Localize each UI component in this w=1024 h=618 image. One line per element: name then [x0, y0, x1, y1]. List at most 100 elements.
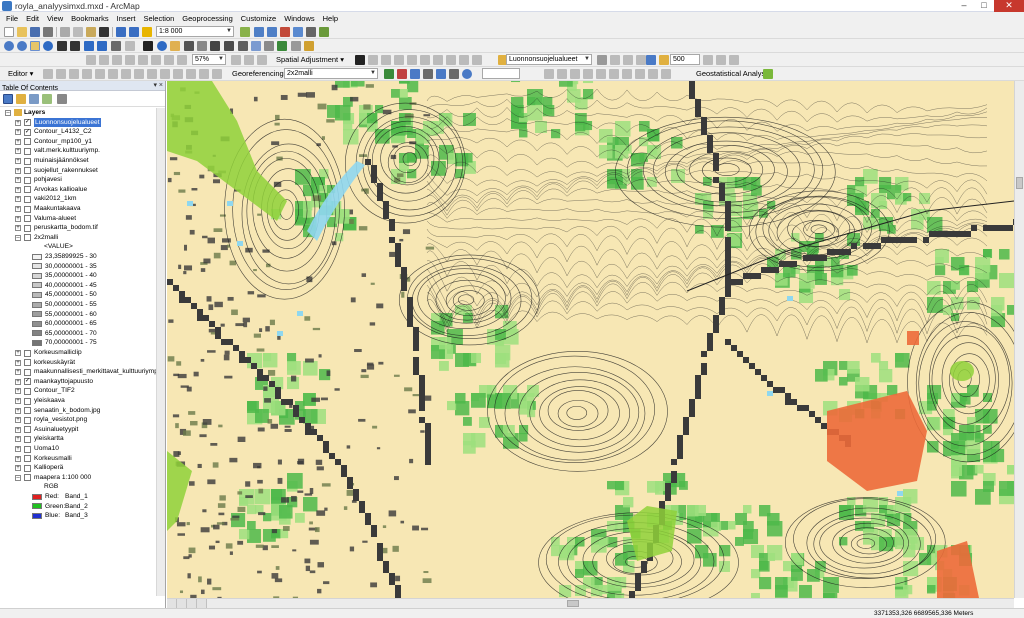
- end-point-arc-icon[interactable]: [82, 69, 92, 79]
- delete-link-icon[interactable]: [635, 69, 645, 79]
- rotate-raster-icon[interactable]: [384, 69, 394, 79]
- georef-layer-combo[interactable]: 2x2malli ▼: [284, 68, 378, 79]
- time-slider-icon[interactable]: [251, 41, 261, 51]
- edit-tool-icon[interactable]: [43, 69, 53, 79]
- auto-adjust-icon[interactable]: [449, 69, 459, 79]
- options-georef-icon[interactable]: [661, 69, 671, 79]
- menu-geoprocessing[interactable]: Geoprocessing: [178, 12, 236, 25]
- expand-icon[interactable]: +: [15, 148, 21, 155]
- clear-selection-icon[interactable]: [125, 41, 135, 51]
- horizontal-scroll-thumb[interactable]: [567, 600, 579, 607]
- georeferencing-menu[interactable]: Georeferencing ▾: [232, 68, 290, 80]
- layout-zoom-icon[interactable]: [177, 55, 187, 65]
- layout-zoom-out-icon[interactable]: [99, 55, 109, 65]
- layer-item[interactable]: + maakunnallisesti_merkittavat_kulttuuriy…: [0, 367, 164, 377]
- modify-link-icon[interactable]: [381, 55, 391, 65]
- expand-icon[interactable]: +: [15, 196, 21, 203]
- new-displacement-link-icon[interactable]: [368, 55, 378, 65]
- fit-to-display-icon[interactable]: [648, 69, 658, 79]
- add-control-points-icon[interactable]: [397, 69, 407, 79]
- expand-icon[interactable]: +: [15, 436, 21, 443]
- measure-icon[interactable]: [210, 41, 220, 51]
- list-by-visibility-icon[interactable]: [29, 94, 39, 104]
- measure-georef-icon[interactable]: [609, 69, 619, 79]
- zoom-whole-page-icon[interactable]: [125, 55, 135, 65]
- new-identity-link-icon[interactable]: [407, 55, 417, 65]
- swipe-layer-icon[interactable]: [610, 55, 620, 65]
- scale-raster-icon[interactable]: [423, 69, 433, 79]
- menu-view[interactable]: View: [43, 12, 67, 25]
- visibility-checkbox[interactable]: ✓: [24, 128, 31, 136]
- visibility-checkbox[interactable]: [24, 407, 31, 415]
- add-data-icon[interactable]: [142, 27, 152, 37]
- expand-icon[interactable]: +: [15, 350, 21, 356]
- sketch-properties-icon[interactable]: [199, 69, 209, 79]
- brightness-icon[interactable]: [716, 55, 726, 65]
- visibility-checkbox[interactable]: [24, 195, 31, 203]
- expand-icon[interactable]: +: [15, 186, 21, 193]
- layer-item[interactable]: + Asuinaluetyypit: [0, 425, 162, 435]
- flicker-georef-icon[interactable]: [583, 69, 593, 79]
- copy-icon[interactable]: [73, 27, 83, 37]
- toc-scrollbar[interactable]: [156, 108, 165, 596]
- time-icon[interactable]: [646, 55, 656, 65]
- layer-item[interactable]: + valt.merk.kulttuuriymp.: [0, 146, 162, 156]
- visibility-checkbox[interactable]: [24, 176, 31, 184]
- multiple-displacement-icon[interactable]: [394, 55, 404, 65]
- expand-icon[interactable]: +: [15, 206, 21, 212]
- refresh-icon[interactable]: [462, 69, 472, 79]
- menu-windows[interactable]: Windows: [280, 12, 318, 25]
- close-button[interactable]: ✕: [994, 0, 1024, 12]
- swipe-icon[interactable]: [291, 41, 301, 51]
- zoom-100-icon[interactable]: [138, 55, 148, 65]
- layer-item[interactable]: + Kallioperä: [0, 463, 162, 473]
- hyperlink-icon[interactable]: [224, 41, 234, 51]
- find-icon[interactable]: [184, 41, 194, 51]
- go-to-xy-icon[interactable]: [238, 41, 248, 51]
- layout-pan-icon[interactable]: [112, 55, 122, 65]
- gamma-icon[interactable]: [729, 55, 739, 65]
- expand-icon[interactable]: +: [15, 215, 21, 222]
- layer-item[interactable]: + vaki2012_1km: [0, 194, 162, 204]
- editor-menu[interactable]: Editor ▾: [8, 68, 33, 80]
- layout-back-icon[interactable]: [151, 55, 161, 65]
- save-icon[interactable]: [30, 27, 40, 37]
- map-scale-combo[interactable]: 1:8 000 ▼: [156, 26, 234, 37]
- map-canvas[interactable]: [167, 81, 1014, 598]
- layer-transparency-icon[interactable]: [597, 55, 607, 65]
- transparency-georef-icon[interactable]: [570, 69, 580, 79]
- expand-icon[interactable]: +: [15, 426, 21, 433]
- python-window-icon[interactable]: [306, 27, 316, 37]
- select-elements-adjust-icon[interactable]: [355, 55, 365, 65]
- fixed-zoom-out-icon[interactable]: [70, 41, 80, 51]
- visibility-checkbox[interactable]: ✓: [24, 378, 31, 386]
- list-by-source-icon[interactable]: [16, 94, 26, 104]
- menu-bookmarks[interactable]: Bookmarks: [67, 12, 113, 25]
- view-link-table-icon[interactable]: [446, 55, 456, 65]
- expand-icon[interactable]: +: [15, 167, 21, 174]
- visibility-checkbox[interactable]: [24, 138, 31, 146]
- layer-item[interactable]: + ✓ maankayttojapuusto: [0, 377, 162, 387]
- expand-icon[interactable]: +: [15, 177, 21, 184]
- search-window-icon[interactable]: [280, 27, 290, 37]
- visibility-checkbox[interactable]: [24, 167, 31, 175]
- toc-options-icon[interactable]: [57, 94, 67, 104]
- geostatistical-analyst-menu[interactable]: Geostatistical Analyst ▾: [696, 68, 773, 80]
- attributes-icon[interactable]: [186, 69, 196, 79]
- visibility-checkbox[interactable]: [24, 157, 31, 165]
- flicker-layer-icon[interactable]: [623, 55, 633, 65]
- refresh-view-button[interactable]: [187, 599, 197, 608]
- visibility-checkbox[interactable]: [24, 224, 31, 232]
- layer-item[interactable]: + Korkeusmalli: [0, 454, 162, 464]
- cut-polygons-icon[interactable]: [147, 69, 157, 79]
- list-by-drawing-order-icon[interactable]: [3, 94, 13, 104]
- expand-icon[interactable]: +: [15, 225, 21, 232]
- visibility-checkbox[interactable]: [24, 387, 31, 395]
- menu-selection[interactable]: Selection: [139, 12, 178, 25]
- swipe-georef-icon[interactable]: [596, 69, 606, 79]
- animation-icon[interactable]: [636, 55, 646, 65]
- pause-drawing-button[interactable]: [197, 599, 207, 608]
- expand-icon[interactable]: +: [15, 369, 21, 376]
- collapse-icon[interactable]: –: [15, 474, 21, 481]
- expand-icon[interactable]: +: [15, 446, 21, 452]
